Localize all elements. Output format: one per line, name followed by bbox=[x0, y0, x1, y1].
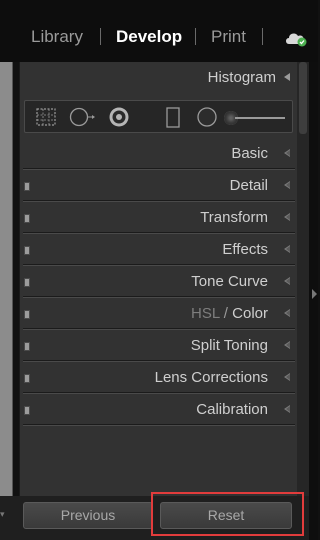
left-panel-edge bbox=[0, 62, 13, 496]
panel-header-tone-curve[interactable]: Tone Curve bbox=[20, 266, 298, 298]
panel-toggle-switch[interactable] bbox=[24, 310, 30, 319]
panel-title-detail: Detail bbox=[229, 177, 268, 194]
collapse-triangle-icon bbox=[284, 73, 290, 81]
reset-button-highlight bbox=[151, 492, 304, 536]
panel-title-basic: Basic bbox=[231, 145, 268, 162]
collapse-triangle-icon bbox=[284, 213, 290, 221]
panel-toggle-switch[interactable] bbox=[24, 406, 30, 415]
panel-title-lens-corrections: Lens Corrections bbox=[154, 369, 268, 386]
right-panel-edge bbox=[309, 62, 318, 540]
panel-header-split-toning[interactable]: Split Toning bbox=[20, 330, 298, 362]
module-separator bbox=[262, 28, 263, 45]
panel-toggle-switch[interactable] bbox=[24, 246, 30, 255]
module-develop[interactable]: Develop bbox=[116, 27, 182, 47]
collapse-triangle-icon bbox=[284, 245, 290, 253]
collapse-triangle-icon bbox=[284, 181, 290, 189]
tool-strip bbox=[24, 100, 293, 133]
collapse-triangle-icon bbox=[284, 309, 290, 317]
module-picker: Library Develop Print bbox=[0, 0, 318, 62]
panel-toggle-switch[interactable] bbox=[24, 214, 30, 223]
left-panel-collapse-icon[interactable]: ▾ bbox=[0, 509, 5, 520]
panel-title-hsl-color: HSL / Color bbox=[191, 305, 268, 323]
right-panel-toggle-icon[interactable] bbox=[312, 289, 317, 299]
collapse-triangle-icon bbox=[284, 277, 290, 285]
collapse-triangle-icon bbox=[284, 149, 290, 157]
panel-scrollbar[interactable] bbox=[297, 62, 309, 496]
panel-toggle-switch[interactable] bbox=[24, 342, 30, 351]
previous-button[interactable]: Previous bbox=[23, 502, 153, 529]
module-separator bbox=[195, 28, 196, 45]
panel-title-effects: Effects bbox=[222, 241, 268, 258]
scrollbar-thumb[interactable] bbox=[299, 62, 307, 134]
panel-divider bbox=[23, 424, 295, 426]
panel-toggle-switch[interactable] bbox=[24, 182, 30, 191]
panel-title-tone-curve: Tone Curve bbox=[191, 273, 268, 290]
develop-right-panel: Histogram Basic Detail Transform Effects… bbox=[19, 62, 297, 496]
panel-header-effects[interactable]: Effects bbox=[20, 234, 298, 266]
collapse-triangle-icon bbox=[284, 341, 290, 349]
panel-header-transform[interactable]: Transform bbox=[20, 202, 298, 234]
collapse-triangle-icon bbox=[284, 373, 290, 381]
panel-header-basic[interactable]: Basic bbox=[20, 138, 298, 170]
panel-header-hsl-color[interactable]: HSL / Color bbox=[20, 298, 298, 330]
tab-separator: / bbox=[223, 305, 228, 322]
panel-toggle-switch[interactable] bbox=[24, 374, 30, 383]
module-print[interactable]: Print bbox=[211, 27, 246, 47]
panel-title-histogram: Histogram bbox=[207, 69, 276, 86]
panel-header-detail[interactable]: Detail bbox=[20, 170, 298, 202]
tab-color[interactable]: Color bbox=[232, 305, 268, 322]
graduated-filter-icon[interactable] bbox=[165, 107, 181, 129]
collapse-triangle-icon bbox=[284, 405, 290, 413]
red-eye-icon[interactable] bbox=[107, 107, 131, 129]
brush-slider-track bbox=[235, 117, 285, 119]
panel-title-calibration: Calibration bbox=[196, 401, 268, 418]
tab-hsl[interactable]: HSL bbox=[191, 305, 220, 322]
module-separator bbox=[100, 28, 101, 45]
panel-header-calibration[interactable]: Calibration bbox=[20, 394, 298, 426]
cloud-sync-icon[interactable] bbox=[284, 29, 308, 47]
panel-header-histogram[interactable]: Histogram bbox=[20, 62, 298, 94]
radial-filter-icon[interactable] bbox=[196, 107, 218, 129]
spot-removal-icon[interactable] bbox=[69, 107, 99, 127]
panel-title-split-toning: Split Toning bbox=[190, 337, 268, 354]
crop-overlay-icon[interactable] bbox=[35, 107, 57, 127]
module-library[interactable]: Library bbox=[31, 27, 83, 47]
panel-header-lens-corrections[interactable]: Lens Corrections bbox=[20, 362, 298, 394]
panel-title-transform: Transform bbox=[200, 209, 268, 226]
panel-toggle-switch[interactable] bbox=[24, 278, 30, 287]
